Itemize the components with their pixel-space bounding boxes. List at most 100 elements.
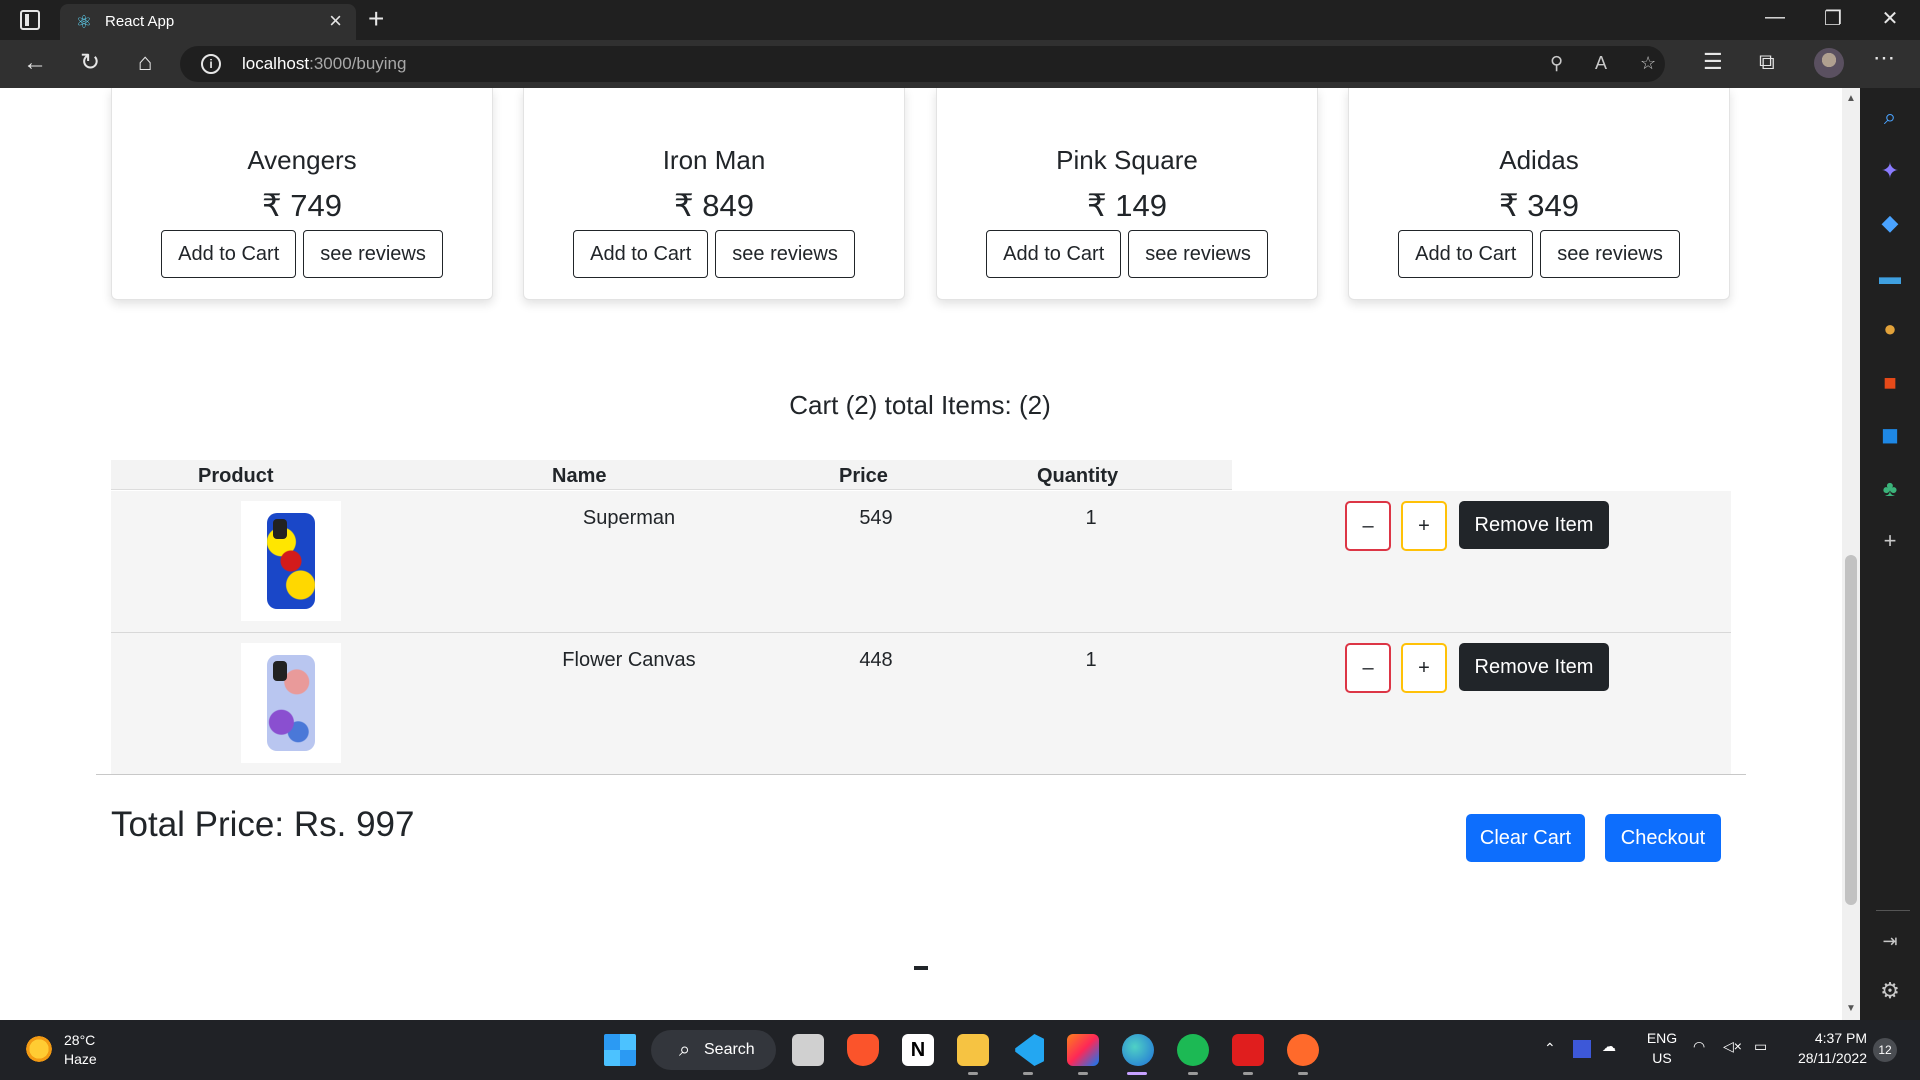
remove-item-button[interactable]: Remove Item xyxy=(1459,501,1609,549)
windows-start-icon[interactable] xyxy=(604,1034,636,1066)
cart-table-header: Product Name Price Quantity xyxy=(111,460,1232,490)
volume-muted-icon[interactable]: ◁× xyxy=(1723,1038,1742,1055)
drop-icon[interactable]: ♣ xyxy=(1860,476,1920,502)
product-card: Adidas ₹ 349 Add to Cart see reviews xyxy=(1348,88,1730,300)
collections-icon[interactable]: ⧉ xyxy=(1759,49,1775,75)
close-window-button[interactable]: ✕ xyxy=(1870,6,1910,31)
tab-react-app[interactable]: ⚛ React App × xyxy=(60,4,356,40)
address-bar[interactable]: i localhost:3000/buying ⚲ A ☆ xyxy=(180,46,1665,82)
cart-row: Superman 549 1 – + Remove Item xyxy=(111,491,1731,633)
temperature[interactable]: 28°C xyxy=(64,1032,95,1048)
total-price: Total Price: Rs. 997 xyxy=(111,805,415,844)
workspaces-icon[interactable] xyxy=(20,10,40,30)
product-card: Avengers ₹ 749 Add to Cart see reviews xyxy=(111,88,493,300)
vscode-icon[interactable] xyxy=(1015,1034,1044,1066)
search-icon[interactable]: ⌕ xyxy=(1860,104,1920,130)
restore-button[interactable]: ❐ xyxy=(1813,6,1853,31)
product-price: ₹ 349 xyxy=(1498,188,1580,223)
more-options-icon[interactable]: ⋯ xyxy=(1873,45,1895,71)
product-price: ₹ 149 xyxy=(1086,188,1168,223)
tools-icon[interactable]: ▬ xyxy=(1860,264,1920,290)
copilot-icon[interactable]: ✦ xyxy=(1860,158,1920,184)
edge-icon[interactable] xyxy=(1122,1034,1154,1066)
panel-collapse-icon[interactable]: ⇥ xyxy=(1860,928,1920,954)
new-tab-button[interactable]: + xyxy=(368,4,384,34)
task-view-icon[interactable] xyxy=(792,1034,824,1066)
search-icon: ⌕ xyxy=(679,1039,691,1061)
phone-case-flower-canvas xyxy=(267,655,315,751)
header-price: Price xyxy=(839,465,888,487)
language[interactable]: ENG xyxy=(1642,1030,1682,1046)
add-icon[interactable]: + xyxy=(1860,528,1920,554)
cart-row: Flower Canvas 448 1 – + Remove Item xyxy=(111,633,1731,775)
intellij-icon[interactable] xyxy=(1067,1034,1099,1066)
read-aloud-icon[interactable]: A xyxy=(1595,53,1607,74)
clock-time[interactable]: 4:37 PM xyxy=(1787,1030,1867,1046)
chat-app-icon[interactable] xyxy=(1177,1034,1209,1066)
clock-date[interactable]: 28/11/2022 xyxy=(1787,1050,1867,1066)
cart-item-price: 448 xyxy=(859,649,893,671)
product-image xyxy=(241,643,341,763)
weather-condition[interactable]: Haze xyxy=(64,1051,97,1067)
close-tab-icon[interactable]: × xyxy=(329,10,342,32)
home-icon[interactable]: ⌂ xyxy=(130,48,160,78)
see-reviews-button[interactable]: see reviews xyxy=(1540,230,1680,278)
weather-icon[interactable] xyxy=(24,1034,54,1064)
file-explorer-icon[interactable] xyxy=(957,1034,989,1066)
onedrive-icon[interactable]: ☁ xyxy=(1602,1038,1616,1055)
add-to-cart-button[interactable]: Add to Cart xyxy=(1398,230,1534,278)
favorites-icon[interactable]: ☰ xyxy=(1703,49,1723,75)
scrollbar-thumb[interactable] xyxy=(1845,555,1857,905)
profile-avatar[interactable] xyxy=(1814,48,1844,78)
url-text[interactable]: localhost:3000/buying xyxy=(242,54,406,74)
scroll-up-arrow-icon[interactable]: ▲ xyxy=(1845,93,1857,104)
add-favorite-icon[interactable]: ☆ xyxy=(1640,53,1656,74)
dash-mark xyxy=(914,966,928,970)
divider xyxy=(96,774,1746,775)
notification-badge[interactable]: 12 xyxy=(1873,1038,1897,1062)
region[interactable]: US xyxy=(1642,1050,1682,1066)
refresh-icon[interactable]: ↻ xyxy=(75,48,105,78)
postman-icon[interactable] xyxy=(1287,1034,1319,1066)
product-name: Iron Man xyxy=(662,145,766,175)
outlook-icon[interactable]: ◼ xyxy=(1860,422,1920,448)
tray-app-icon[interactable] xyxy=(1573,1040,1591,1058)
remove-item-button[interactable]: Remove Item xyxy=(1459,643,1609,691)
see-reviews-button[interactable]: see reviews xyxy=(303,230,443,278)
wifi-icon[interactable]: ◠ xyxy=(1693,1038,1705,1055)
settings-gear-icon[interactable]: ⚙ xyxy=(1860,978,1920,1004)
add-to-cart-button[interactable]: Add to Cart xyxy=(986,230,1122,278)
address-toolbar: ← ↻ ⌂ i localhost:3000/buying ⚲ A ☆ ☰ ⧉ … xyxy=(0,40,1920,88)
tab-title: React App xyxy=(105,13,175,30)
back-icon[interactable]: ← xyxy=(20,48,50,78)
notion-icon[interactable]: N xyxy=(902,1034,934,1066)
shopping-tag-icon[interactable]: ◆ xyxy=(1860,210,1920,236)
add-to-cart-button[interactable]: Add to Cart xyxy=(573,230,709,278)
edge-sidebar: ⌕ ✦ ◆ ▬ ● ■ ◼ ♣ + ⇥ ⚙ xyxy=(1860,88,1920,1020)
brave-icon[interactable] xyxy=(847,1034,879,1066)
taskbar-search[interactable]: ⌕ Search xyxy=(651,1030,776,1070)
product-name: Avengers xyxy=(247,145,357,175)
decrease-quantity-button[interactable]: – xyxy=(1345,643,1391,693)
scroll-down-arrow-icon[interactable]: ▼ xyxy=(1845,1003,1857,1014)
games-icon[interactable]: ● xyxy=(1860,316,1920,342)
see-reviews-button[interactable]: see reviews xyxy=(1128,230,1268,278)
product-card: Iron Man ₹ 849 Add to Cart see reviews xyxy=(523,88,905,300)
add-to-cart-button[interactable]: Add to Cart xyxy=(161,230,297,278)
product-card: Pink Square ₹ 149 Add to Cart see review… xyxy=(936,88,1318,300)
header-quantity: Quantity xyxy=(1037,465,1119,487)
office-icon[interactable]: ■ xyxy=(1860,370,1920,396)
minimize-button[interactable]: — xyxy=(1755,6,1795,29)
acrobat-icon[interactable] xyxy=(1232,1034,1264,1066)
key-icon[interactable]: ⚲ xyxy=(1550,53,1563,74)
product-image xyxy=(241,501,341,621)
decrease-quantity-button[interactable]: – xyxy=(1345,501,1391,551)
show-hidden-icons-icon[interactable]: ⌃ xyxy=(1544,1040,1556,1057)
increase-quantity-button[interactable]: + xyxy=(1401,501,1447,551)
checkout-button[interactable]: Checkout xyxy=(1605,814,1721,862)
site-info-icon[interactable]: i xyxy=(201,54,221,74)
battery-icon[interactable]: ▭ xyxy=(1754,1038,1767,1055)
clear-cart-button[interactable]: Clear Cart xyxy=(1466,814,1585,862)
increase-quantity-button[interactable]: + xyxy=(1401,643,1447,693)
see-reviews-button[interactable]: see reviews xyxy=(715,230,855,278)
